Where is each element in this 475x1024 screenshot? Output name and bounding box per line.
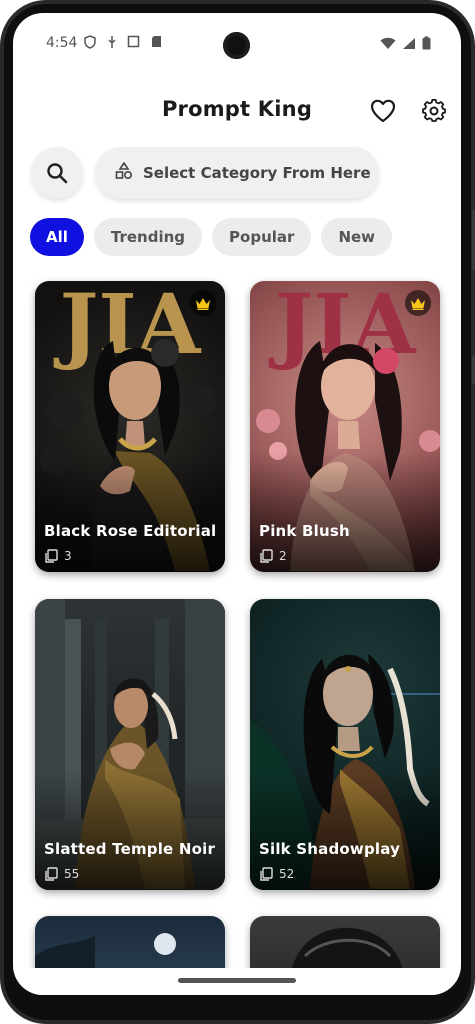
category-select[interactable]: Select Category From Here [95,147,379,199]
shield-icon [83,35,97,49]
copy-icon [45,867,58,881]
category-select-label: Select Category From Here [143,164,371,182]
card-count-value: 55 [64,867,80,881]
copy-icon [260,549,273,563]
search-icon [47,163,68,184]
card-title: Pink Blush [259,522,350,540]
card-title: Slatted Temple Noir [44,840,216,858]
chip-new[interactable]: New [321,218,393,256]
settings-button[interactable] [418,95,450,127]
chip-all[interactable]: All [30,218,84,256]
prompt-card[interactable]: JIA Black Rose Editorial 3 [35,281,225,572]
card-title: Silk Shadowplay [259,840,401,858]
signal-icon [402,35,416,54]
favorites-button[interactable] [367,95,399,127]
shapes-icon [115,161,133,184]
filter-chips: All Trending Popular New [30,218,393,256]
wifi-icon [380,35,396,54]
premium-badge [405,290,431,316]
prompt-card[interactable]: Slatted Temple Noir 55 [35,599,225,890]
card-count: 52 [259,867,294,881]
battery-icon [422,35,431,54]
card-count: 55 [44,867,79,881]
prompt-card[interactable]: JIA Pink Blush 2 [250,281,440,572]
crown-icon [411,297,425,310]
card-title: Black Rose Editorial [44,522,217,540]
sd-card-icon [149,35,163,49]
chip-popular[interactable]: Popular [212,218,312,256]
copy-icon [260,867,273,881]
app-screen: 4:54 Prompt King Select Category From He… [13,13,461,995]
front-camera [223,32,250,59]
card-count-value: 3 [64,549,72,563]
prompt-card[interactable]: Silk Shadowplay 52 [250,599,440,890]
crown-icon [196,297,210,310]
status-time: 4:54 [46,35,78,51]
gear-icon [422,99,446,122]
card-count: 3 [44,549,72,563]
status-right-icons [380,35,431,54]
usb-icon [105,35,119,49]
copy-icon [45,549,58,563]
card-count-value: 2 [279,549,287,563]
card-count-value: 52 [279,867,295,881]
screenshot-icon [126,35,140,49]
app-header: Prompt King [13,83,461,139]
status-bar: 4:54 [13,13,461,65]
chip-trending[interactable]: Trending [93,218,203,256]
home-indicator[interactable] [178,978,296,983]
premium-badge [190,290,216,316]
card-count: 2 [259,549,287,563]
search-button[interactable] [31,147,83,199]
heart-icon [370,99,396,123]
